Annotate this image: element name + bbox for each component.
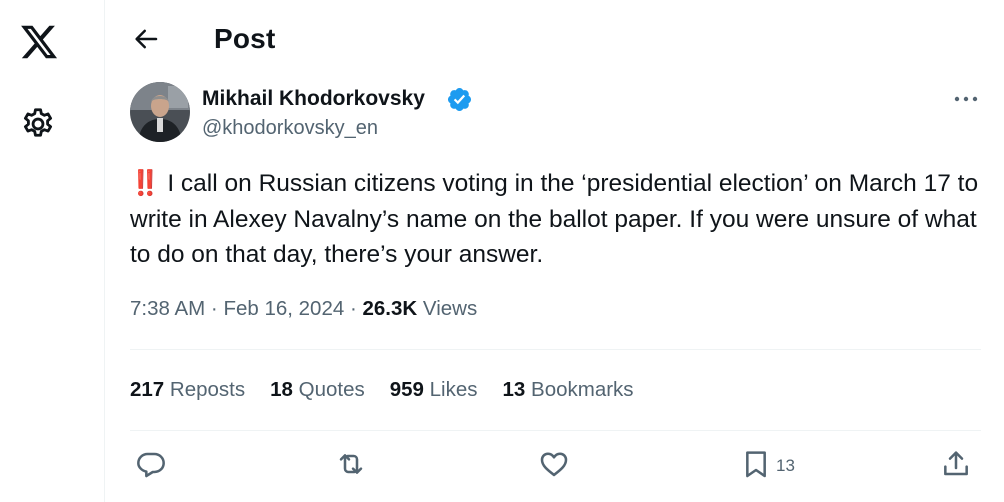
left-nav-rail	[0, 0, 105, 502]
bookmark-icon	[740, 448, 772, 485]
gear-icon[interactable]	[20, 106, 56, 142]
repost-icon	[335, 448, 367, 485]
post-date[interactable]: Feb 16, 2024	[223, 297, 344, 320]
reposts-stat[interactable]: 217 Reposts	[130, 378, 245, 402]
post-detail-column: Post Mikhail Khodorkovsky @khodorkovsky_…	[105, 0, 1004, 502]
post-body: I call on Russian citizens voting in the…	[130, 170, 979, 268]
views-label: Views	[417, 297, 478, 320]
reply-button[interactable]	[135, 450, 167, 482]
double-exclamation-emoji: ‼️	[130, 170, 161, 197]
like-button[interactable]	[538, 450, 570, 482]
post-text: ‼️ I call on Russian citizens voting in …	[130, 166, 1000, 273]
reply-icon	[135, 448, 167, 485]
share-button[interactable]	[940, 450, 972, 482]
bookmark-count: 13	[776, 456, 795, 475]
quotes-label: Quotes	[292, 378, 365, 401]
bookmarks-stat[interactable]: 13 Bookmarks	[503, 378, 634, 402]
bookmark-button[interactable]: 13	[740, 450, 795, 482]
avatar[interactable]	[130, 82, 190, 142]
bookmarks-label: Bookmarks	[525, 378, 634, 401]
views-count: 26.3K	[362, 297, 418, 320]
bookmarks-count: 13	[502, 378, 526, 401]
heart-icon	[538, 448, 570, 485]
engagement-stats: 217 Reposts 18 Quotes 959 Likes 13 Bookmark…	[130, 378, 659, 402]
post-metadata: 7:38 AM · Feb 16, 2024 · 26.3K Views	[130, 297, 477, 321]
arrow-left-icon[interactable]	[131, 24, 161, 54]
page-title: Post	[214, 23, 276, 54]
verified-badge-icon[interactable]	[446, 86, 473, 113]
likes-count: 959	[389, 378, 424, 401]
repost-button[interactable]	[335, 450, 367, 482]
author-display-name[interactable]: Mikhail Khodorkovsky	[202, 87, 425, 111]
meta-separator: ·	[344, 297, 363, 320]
likes-stat[interactable]: 959 Likes	[390, 378, 478, 402]
share-icon	[940, 448, 972, 485]
quotes-count: 18	[270, 378, 293, 401]
post-time[interactable]: 7:38 AM	[130, 297, 205, 320]
likes-label: Likes	[423, 378, 478, 401]
x-logo-icon[interactable]	[18, 22, 60, 62]
divider	[130, 430, 981, 431]
reposts-count: 217	[130, 378, 165, 401]
author-handle[interactable]: @khodorkovsky_en	[202, 117, 378, 140]
more-horizontal-icon[interactable]	[951, 88, 981, 110]
reposts-label: Reposts	[164, 378, 246, 401]
meta-separator: ·	[205, 297, 224, 320]
quotes-stat[interactable]: 18 Quotes	[270, 378, 365, 402]
divider	[130, 349, 981, 350]
